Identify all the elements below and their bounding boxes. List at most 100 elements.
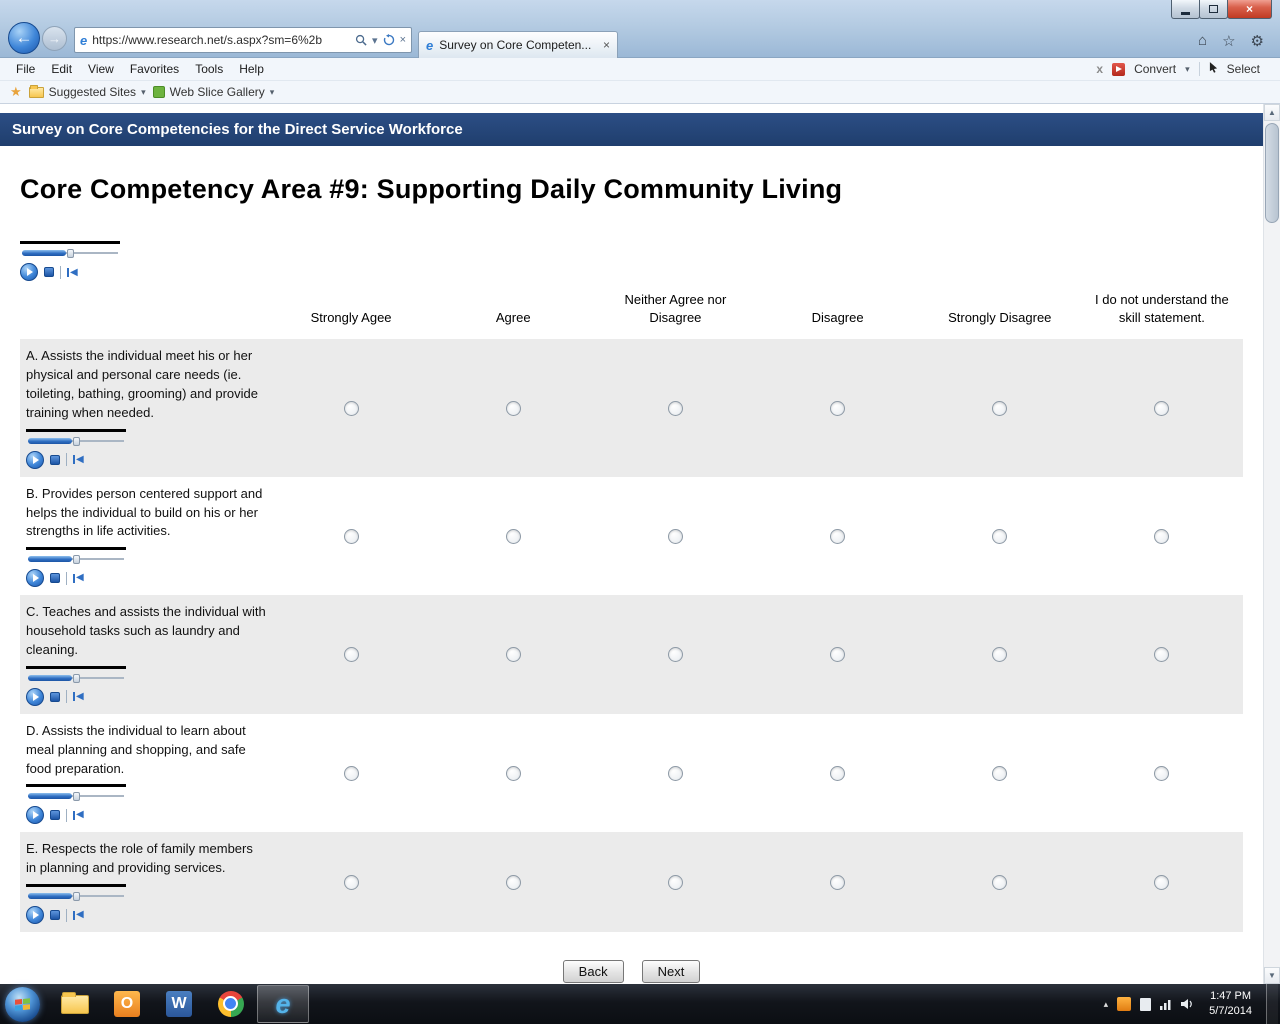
scrollbar-thumb[interactable] xyxy=(1265,123,1279,223)
radio-button[interactable] xyxy=(344,875,359,890)
volume-icon[interactable] xyxy=(1181,998,1195,1010)
start-button[interactable] xyxy=(5,987,40,1022)
network-icon[interactable] xyxy=(1160,998,1172,1010)
gear-icon[interactable]: ⚙ xyxy=(1251,32,1264,50)
taskbar-chrome-button[interactable] xyxy=(205,985,257,1023)
back-survey-button[interactable]: Back xyxy=(563,960,624,983)
radio-button[interactable] xyxy=(668,875,683,890)
stop-button[interactable] xyxy=(50,455,60,465)
slider-thumb[interactable] xyxy=(73,674,80,683)
radio-button[interactable] xyxy=(668,647,683,662)
taskbar-word-button[interactable]: W xyxy=(153,985,205,1023)
play-button[interactable] xyxy=(26,906,44,924)
radio-button[interactable] xyxy=(992,766,1007,781)
browser-tab[interactable]: e Survey on Core Competen... × xyxy=(418,31,618,58)
player-seek-slider[interactable] xyxy=(26,890,126,902)
radio-button[interactable] xyxy=(992,875,1007,890)
radio-button[interactable] xyxy=(1154,875,1169,890)
radio-button[interactable] xyxy=(992,647,1007,662)
favbar-item-suggested-sites[interactable]: Suggested Sites ▾ xyxy=(29,85,146,99)
minimize-button[interactable] xyxy=(1171,0,1200,19)
radio-button[interactable] xyxy=(992,529,1007,544)
select-button[interactable]: Select xyxy=(1227,62,1260,76)
convert-dropdown-icon[interactable]: ▾ xyxy=(1185,64,1190,75)
stop-button[interactable] xyxy=(44,267,54,277)
radio-button[interactable] xyxy=(992,401,1007,416)
play-button[interactable] xyxy=(26,688,44,706)
radio-button[interactable] xyxy=(1154,529,1169,544)
add-favorite-icon[interactable]: ★ xyxy=(10,84,22,100)
stop-button[interactable] xyxy=(50,573,60,583)
menu-favorites[interactable]: Favorites xyxy=(122,62,187,76)
radio-button[interactable] xyxy=(344,401,359,416)
player-seek-slider[interactable] xyxy=(26,672,126,684)
radio-button[interactable] xyxy=(344,529,359,544)
window-close-button[interactable]: × xyxy=(1227,0,1272,19)
radio-button[interactable] xyxy=(830,875,845,890)
play-button[interactable] xyxy=(20,263,38,281)
search-icon[interactable] xyxy=(355,34,367,46)
next-survey-button[interactable]: Next xyxy=(642,960,701,983)
play-button[interactable] xyxy=(26,806,44,824)
menu-edit[interactable]: Edit xyxy=(43,62,80,76)
slider-thumb[interactable] xyxy=(73,555,80,564)
address-bar[interactable]: e https://www.research.net/s.aspx?sm=6%2… xyxy=(74,27,412,53)
skip-start-button[interactable]: ◀ xyxy=(73,690,84,705)
play-button[interactable] xyxy=(26,451,44,469)
radio-button[interactable] xyxy=(506,529,521,544)
radio-button[interactable] xyxy=(344,766,359,781)
radio-button[interactable] xyxy=(506,875,521,890)
taskbar-explorer-button[interactable] xyxy=(49,985,101,1023)
menu-file[interactable]: File xyxy=(8,62,43,76)
show-desktop-button[interactable] xyxy=(1266,984,1278,1024)
radio-button[interactable] xyxy=(668,766,683,781)
player-seek-slider[interactable] xyxy=(26,553,126,565)
radio-button[interactable] xyxy=(1154,401,1169,416)
close-toolbar-icon[interactable]: x xyxy=(1096,62,1103,76)
stop-button[interactable] xyxy=(50,910,60,920)
player-seek-slider[interactable] xyxy=(26,790,126,802)
skip-start-button[interactable]: ◀ xyxy=(73,571,84,586)
radio-button[interactable] xyxy=(1154,766,1169,781)
radio-button[interactable] xyxy=(344,647,359,662)
home-icon[interactable]: ⌂ xyxy=(1198,32,1207,50)
hidden-icons-button[interactable]: ▴ xyxy=(1104,999,1109,1010)
slider-thumb[interactable] xyxy=(73,792,80,801)
taskbar-clock[interactable]: 1:47 PM 5/7/2014 xyxy=(1209,989,1252,1019)
stop-button[interactable] xyxy=(50,810,60,820)
slider-thumb[interactable] xyxy=(73,437,80,446)
tab-close-icon[interactable]: × xyxy=(603,38,610,52)
action-center-icon[interactable] xyxy=(1140,998,1151,1011)
back-button[interactable]: ← xyxy=(8,22,40,54)
radio-button[interactable] xyxy=(506,647,521,662)
address-dropdown-icon[interactable]: ▾ xyxy=(372,34,378,47)
radio-button[interactable] xyxy=(506,766,521,781)
favorites-icon[interactable]: ☆ xyxy=(1222,32,1235,50)
player-seek-slider[interactable] xyxy=(20,247,120,259)
menu-view[interactable]: View xyxy=(80,62,122,76)
stop-button[interactable] xyxy=(50,692,60,702)
menu-tools[interactable]: Tools xyxy=(187,62,231,76)
taskbar-outlook-button[interactable]: O xyxy=(101,985,153,1023)
convert-button[interactable]: Convert xyxy=(1134,62,1176,76)
taskbar-ie-button[interactable]: e xyxy=(257,985,309,1023)
skip-start-button[interactable]: ◀ xyxy=(67,267,78,278)
favbar-item-web-slice-gallery[interactable]: Web Slice Gallery ▾ xyxy=(153,85,275,99)
forward-button[interactable]: → xyxy=(42,26,67,51)
menu-help[interactable]: Help xyxy=(231,62,272,76)
radio-button[interactable] xyxy=(506,401,521,416)
radio-button[interactable] xyxy=(830,647,845,662)
vertical-scrollbar[interactable]: ▲ ▼ xyxy=(1263,104,1280,984)
maximize-button[interactable] xyxy=(1199,0,1228,19)
notification-icon[interactable] xyxy=(1117,997,1131,1011)
stop-icon[interactable]: × xyxy=(400,34,406,46)
radio-button[interactable] xyxy=(830,529,845,544)
slider-thumb[interactable] xyxy=(73,892,80,901)
skip-start-button[interactable]: ◀ xyxy=(73,453,84,468)
skip-start-button[interactable]: ◀ xyxy=(73,808,84,823)
radio-button[interactable] xyxy=(668,401,683,416)
radio-button[interactable] xyxy=(668,529,683,544)
play-button[interactable] xyxy=(26,569,44,587)
slider-thumb[interactable] xyxy=(67,249,74,258)
skip-start-button[interactable]: ◀ xyxy=(73,908,84,923)
